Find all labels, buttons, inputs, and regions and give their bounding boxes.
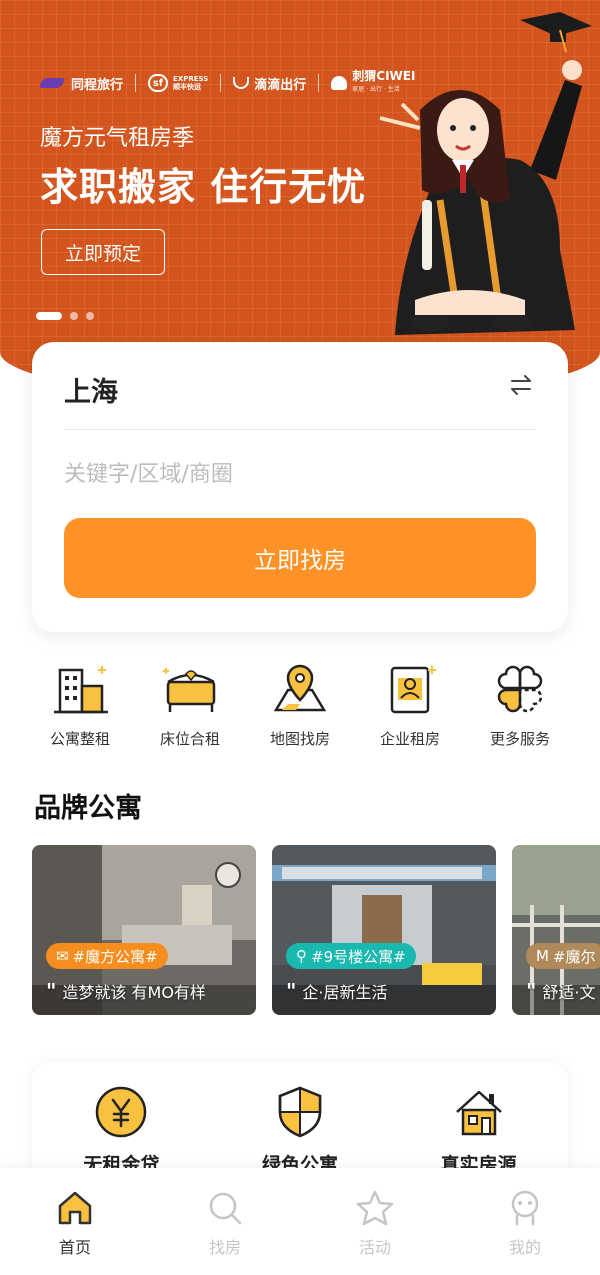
brand-card-building9[interactable]: ⚲ #9号楼公寓# " 企·居新生活 bbox=[272, 845, 496, 1015]
brand-slogan-text: 造梦就该 有MO有样 bbox=[62, 983, 206, 1002]
bed-icon bbox=[163, 668, 216, 712]
quote-icon: " bbox=[526, 979, 537, 1003]
brand-slogan: " 造梦就该 有MO有样 bbox=[46, 979, 206, 1003]
quote-icon: " bbox=[46, 979, 57, 1003]
quick-item-bed-share[interactable]: 床位合租 bbox=[135, 660, 245, 749]
ciwei-logo-icon bbox=[331, 76, 348, 90]
sf-express-label: EXPRESS bbox=[173, 75, 209, 83]
brand-tag-text: #魔方公寓# bbox=[72, 947, 158, 966]
partner-didi: 滴滴出行 bbox=[233, 74, 306, 93]
nav-tab-home[interactable]: 首页 bbox=[25, 1188, 125, 1275]
promo-banner[interactable]: 同程旅行 sf EXPRESS 顺丰快运 滴滴出行 刺猬CIWEI 家居 · 出… bbox=[0, 0, 600, 400]
find-house-button[interactable]: 立即找房 bbox=[64, 518, 536, 598]
star-icon bbox=[356, 1190, 394, 1226]
nav-label: 找房 bbox=[208, 1238, 241, 1257]
quick-label: 公寓整租 bbox=[49, 730, 110, 748]
envelope-icon: ✉ bbox=[56, 947, 69, 965]
bottom-navigation: 首页 找房 活动 我的 bbox=[0, 1168, 600, 1275]
search-divider bbox=[64, 429, 536, 430]
shield-icon bbox=[278, 1086, 322, 1138]
didi-name: 滴滴出行 bbox=[254, 77, 307, 93]
carousel-dot-active[interactable] bbox=[36, 312, 62, 320]
quick-label: 地图找房 bbox=[269, 730, 330, 748]
tongcheng-logo-icon bbox=[40, 78, 64, 88]
partner-tongcheng: 同程旅行 bbox=[40, 74, 123, 93]
quick-label: 床位合租 bbox=[159, 730, 220, 748]
brand-tag: ✉ #魔方公寓# bbox=[46, 943, 168, 969]
keyword-search-input[interactable] bbox=[64, 454, 524, 494]
sf-name: 顺丰快运 bbox=[173, 83, 202, 91]
quick-label: 更多服务 bbox=[489, 730, 550, 748]
carousel-indicator[interactable] bbox=[36, 312, 94, 320]
search-icon bbox=[209, 1192, 242, 1225]
enterprise-id-icon bbox=[390, 666, 436, 714]
brand-carousel[interactable]: ✉ #魔方公寓# " 造梦就该 有MO有样 ⚲ #9号楼公寓# " 企·居新生活 bbox=[32, 845, 600, 1015]
banner-title: 求职搬家 住行无忧 bbox=[40, 165, 367, 209]
brand-slogan-text: 舒适·文 bbox=[542, 983, 596, 1002]
profile-icon bbox=[511, 1190, 539, 1226]
tongcheng-name: 同程旅行 bbox=[71, 77, 124, 93]
quick-item-enterprise-rent[interactable]: 企业租房 bbox=[355, 660, 465, 749]
quick-item-apartment-rent[interactable]: 公寓整租 bbox=[25, 660, 135, 749]
brand-tag: M #魔尔 bbox=[526, 943, 600, 969]
nav-label: 我的 bbox=[508, 1238, 541, 1257]
partner-divider bbox=[318, 74, 320, 92]
yen-coin-icon bbox=[96, 1086, 147, 1138]
home-icon bbox=[58, 1191, 92, 1225]
search-card: 上海 立即找房 bbox=[32, 342, 568, 632]
nav-label: 活动 bbox=[358, 1238, 391, 1257]
map-pin-icon bbox=[273, 664, 327, 712]
partner-divider bbox=[220, 74, 222, 92]
didi-logo-icon bbox=[233, 77, 250, 89]
city-selector[interactable]: 上海 bbox=[64, 370, 118, 409]
quote-icon: " bbox=[286, 979, 297, 1003]
brand-slogan-text: 企·居新生活 bbox=[302, 983, 388, 1002]
brand-section-title: 品牌公寓 bbox=[34, 793, 142, 824]
nav-tab-activity[interactable]: 活动 bbox=[325, 1188, 425, 1275]
quick-item-map-search[interactable]: 地图找房 bbox=[245, 660, 355, 749]
carousel-dot[interactable] bbox=[70, 312, 78, 320]
graduate-illustration bbox=[379, 12, 592, 335]
brand-card-moer[interactable]: M #魔尔 " 舒适·文 bbox=[512, 845, 600, 1015]
partner-sf: sf EXPRESS 顺丰快运 bbox=[148, 74, 208, 92]
quick-item-more-services[interactable]: 更多服务 bbox=[465, 660, 575, 749]
brand-card-mofang[interactable]: ✉ #魔方公寓# " 造梦就该 有MO有样 bbox=[32, 845, 256, 1015]
switch-city-icon[interactable] bbox=[508, 372, 534, 398]
sf-logo-icon: sf bbox=[148, 74, 169, 92]
partner-divider bbox=[135, 74, 137, 92]
brand-tag: ⚲ #9号楼公寓# bbox=[286, 943, 416, 969]
brand-tag-text: #9号楼公寓# bbox=[311, 947, 406, 966]
banner-subtitle: 魔方元气租房季 bbox=[40, 126, 195, 151]
nav-label: 首页 bbox=[58, 1238, 91, 1257]
book-now-button[interactable]: 立即预定 bbox=[41, 229, 165, 275]
quick-label: 企业租房 bbox=[379, 730, 440, 748]
brand-tag-text: #魔尔 bbox=[552, 947, 596, 966]
clover-more-icon bbox=[497, 665, 543, 713]
house-icon bbox=[455, 1090, 502, 1136]
location-pin-icon: ⚲ bbox=[296, 947, 307, 965]
nav-tab-profile[interactable]: 我的 bbox=[475, 1188, 575, 1275]
apartment-building-icon bbox=[54, 666, 108, 714]
brand-slogan: " 企·居新生活 bbox=[286, 979, 388, 1003]
quick-menu: 公寓整租 床位合租 地图找房 企业租房 更多服务 bbox=[25, 660, 575, 749]
m-logo-icon: M bbox=[536, 947, 549, 965]
carousel-dot[interactable] bbox=[86, 312, 94, 320]
brand-slogan: " 舒适·文 bbox=[526, 979, 596, 1003]
nav-tab-find[interactable]: 找房 bbox=[175, 1188, 275, 1275]
